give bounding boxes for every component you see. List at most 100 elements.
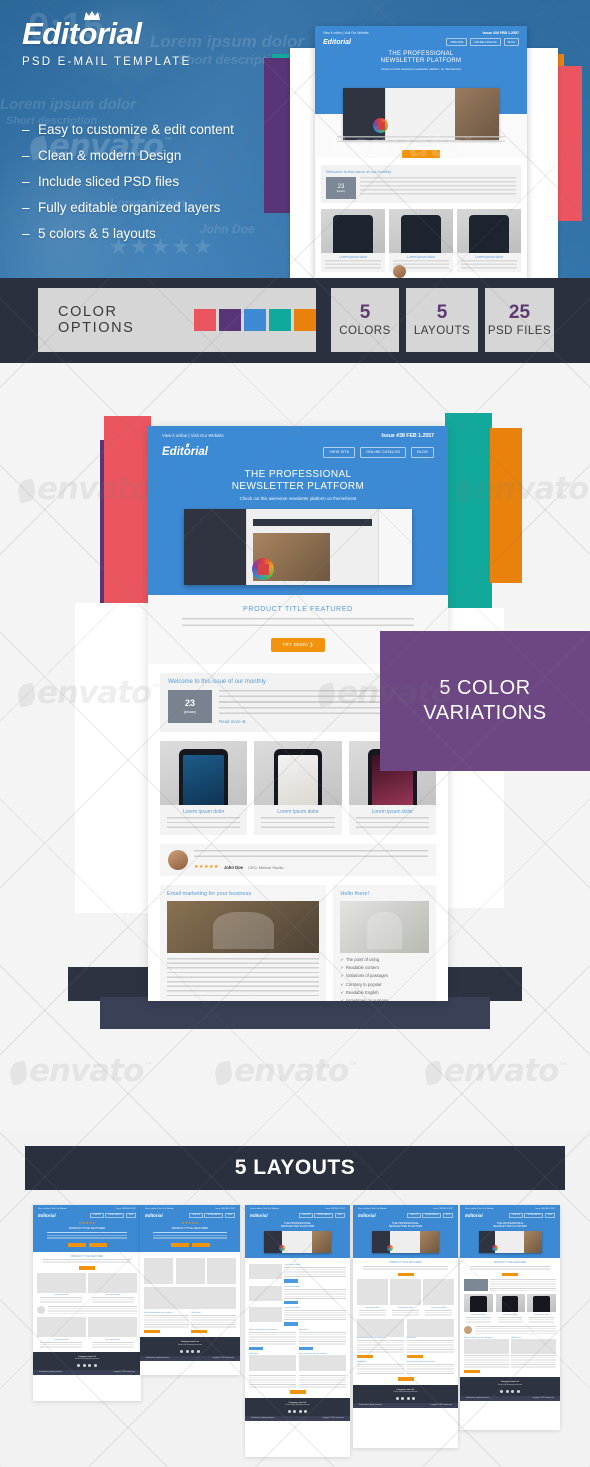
rss-icon[interactable] xyxy=(500,1389,504,1393)
check-icon: ✔ xyxy=(340,957,344,962)
thumb-cta[interactable] xyxy=(464,1369,480,1373)
rss-icon[interactable] xyxy=(287,1410,291,1414)
preview-demo-button[interactable] xyxy=(402,150,440,158)
rss-icon[interactable] xyxy=(77,1364,81,1368)
thumb-cta[interactable] xyxy=(406,1354,423,1358)
thumb-nav-item[interactable]: BLOG xyxy=(224,1213,235,1218)
thumb-topbar-left: View it online | Visit Our Website xyxy=(358,1208,387,1210)
thumb-nav-item[interactable]: VIEW SITE xyxy=(299,1213,313,1218)
googleplus-icon[interactable] xyxy=(93,1364,97,1368)
thumb-cta[interactable] xyxy=(79,1266,95,1270)
layout-thumbnail-3[interactable]: View it online | Visit Our Website Issue… xyxy=(245,1205,350,1457)
feature-item: – Easy to customize & edit content xyxy=(22,120,234,140)
googleplus-icon[interactable] xyxy=(196,1349,200,1353)
thumb-screenshot xyxy=(372,1231,439,1253)
thumb-read-more[interactable] xyxy=(284,1322,299,1326)
thumb-unsub[interactable]: Unsubscribe | Update preference xyxy=(251,1418,274,1419)
thumb-cta[interactable] xyxy=(397,1272,414,1276)
thumb-nav-item[interactable]: VIEW SITE xyxy=(189,1213,203,1218)
shot-mid xyxy=(281,1231,313,1253)
googleplus-icon[interactable] xyxy=(412,1397,416,1401)
preview-nav-item[interactable]: VIEW SITE xyxy=(446,38,468,46)
thumb-read-more[interactable] xyxy=(284,1279,299,1283)
product-card[interactable]: Lorem ipsum dolor xyxy=(160,741,248,835)
layout-thumbnail-2[interactable]: View it online | Visit Our Website Issue… xyxy=(140,1205,240,1375)
thumb-footer-contact: E-mail: info@company-name.com xyxy=(497,1384,523,1386)
thumb-image xyxy=(249,1264,282,1279)
thumb-cta[interactable] xyxy=(357,1354,373,1358)
thumb-nav-item[interactable]: VIEW SITE xyxy=(90,1213,104,1218)
shot-img xyxy=(312,1231,331,1253)
thumb-unsub[interactable]: Unsubscribe | Update preference xyxy=(466,1398,489,1399)
thumb-cta[interactable] xyxy=(249,1346,263,1350)
twitter-icon[interactable] xyxy=(401,1397,405,1401)
swatch-teal[interactable] xyxy=(269,309,291,331)
thumb-nav-item[interactable]: ONLINE CATALOG xyxy=(105,1213,125,1218)
swatch-purple[interactable] xyxy=(219,309,241,331)
thumb-read-more[interactable] xyxy=(284,1300,299,1304)
dash-icon: – xyxy=(22,148,30,163)
thumb-button[interactable] xyxy=(170,1242,189,1247)
twitter-icon[interactable] xyxy=(293,1410,297,1414)
googleplus-icon[interactable] xyxy=(304,1410,308,1414)
thumb-nav-item[interactable]: ONLINE CATALOG xyxy=(524,1213,544,1218)
facebook-icon[interactable] xyxy=(406,1397,410,1401)
nav-item-view-site[interactable]: VIEW SITE xyxy=(323,446,356,458)
thumb-nav-item[interactable]: VIEW SITE xyxy=(509,1213,523,1218)
thumb-quote-lines xyxy=(47,1306,137,1314)
thumb-cta[interactable] xyxy=(397,1377,414,1381)
nav-item-blog[interactable]: BLOG xyxy=(411,446,434,458)
thumb-nav-item[interactable]: ONLINE CATALOG xyxy=(314,1213,334,1218)
thumb-nav-item[interactable]: BLOG xyxy=(442,1213,453,1218)
swatch-coral[interactable] xyxy=(194,309,216,331)
feature-label: 5 colors & 5 layouts xyxy=(38,226,156,241)
rss-icon[interactable] xyxy=(395,1397,399,1401)
product-card[interactable]: Lorem ipsum dolor xyxy=(254,741,342,835)
twitter-icon[interactable] xyxy=(185,1349,189,1353)
facebook-icon[interactable] xyxy=(298,1410,302,1414)
thumb-unsub[interactable]: Unsubscribe | Update preference xyxy=(39,1372,62,1373)
thumb-col: Hello there! xyxy=(406,1318,454,1358)
thumb-nav-item[interactable]: VIEW SITE xyxy=(407,1213,421,1218)
try-demo-button[interactable]: TRY DEMO ❯ xyxy=(270,638,326,652)
thumb-button[interactable] xyxy=(191,1242,210,1247)
preview-nav-item[interactable]: ONLINE CATALOG xyxy=(470,38,501,46)
thumb-nav-item[interactable]: ONLINE CATALOG xyxy=(204,1213,224,1218)
thumb-cta[interactable] xyxy=(191,1329,208,1333)
thumb-nav-item[interactable]: BLOG xyxy=(125,1213,136,1218)
thumb-unsub[interactable]: Unsubscribe | Update preference xyxy=(146,1358,169,1359)
brand-logo: Editorial PSD E-MAIL TEMPLATE xyxy=(22,11,191,68)
swatch-orange[interactable] xyxy=(294,309,316,331)
thumb-nav-item[interactable]: ONLINE CATALOG xyxy=(422,1213,442,1218)
thumb-unsub[interactable]: Unsubscribe | Update preference xyxy=(359,1405,382,1406)
rss-icon[interactable] xyxy=(180,1349,184,1353)
checklist-item: ✔ Readable English xyxy=(340,989,429,997)
layout-thumbnail-5[interactable]: View it online | Visit Our Website Issue… xyxy=(460,1205,560,1430)
thumb-cta[interactable] xyxy=(289,1390,306,1394)
swatch-blue[interactable] xyxy=(244,309,266,331)
thumb-cta[interactable] xyxy=(502,1272,518,1276)
checklist-label: Readable content xyxy=(345,965,379,971)
phone-image xyxy=(321,209,385,253)
layout-thumbnail-1[interactable]: View it online | Visit Our Website Issue… xyxy=(33,1205,141,1401)
twitter-icon[interactable] xyxy=(82,1364,86,1368)
thumb-cta[interactable] xyxy=(298,1346,313,1350)
preview-nav-item[interactable]: BLOG xyxy=(503,38,519,46)
thumb-button[interactable] xyxy=(67,1242,86,1247)
thumb-button[interactable] xyxy=(88,1242,107,1247)
facebook-icon[interactable] xyxy=(511,1389,515,1393)
twitter-icon[interactable] xyxy=(505,1389,509,1393)
thumb-nav-item[interactable]: BLOG xyxy=(334,1213,345,1218)
layout-thumbnail-4[interactable]: View it online | Visit Our Website Issue… xyxy=(353,1205,458,1448)
thumb-cell-desc xyxy=(91,1297,134,1303)
googleplus-icon[interactable] xyxy=(516,1389,520,1393)
facebook-icon[interactable] xyxy=(88,1364,92,1368)
thumb-cta[interactable] xyxy=(144,1329,160,1333)
thumb-two-col: Email marketing for your business Hello … xyxy=(357,1318,454,1358)
email-topbar-left[interactable]: View it online | Visit Our Website xyxy=(162,433,224,439)
product-card-title: Lorem ipsum dolor xyxy=(182,809,225,815)
nav-item-online-catalog[interactable]: ONLINE CATALOG xyxy=(360,446,407,458)
preview-nav: VIEW SITE ONLINE CATALOG BLOG xyxy=(446,38,519,46)
thumb-nav-item[interactable]: BLOG xyxy=(544,1213,555,1218)
facebook-icon[interactable] xyxy=(191,1349,195,1353)
